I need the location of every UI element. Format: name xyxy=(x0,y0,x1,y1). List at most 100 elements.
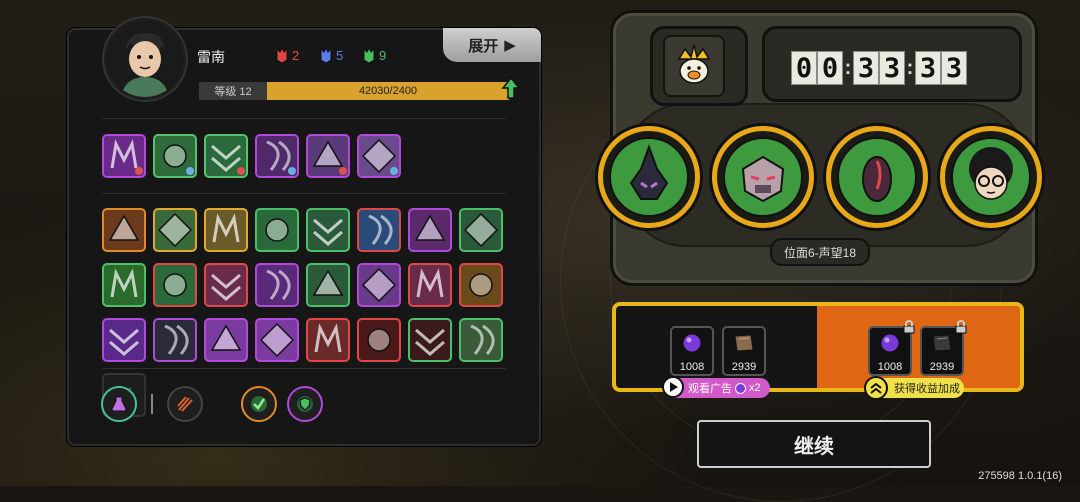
spikes-slot[interactable] xyxy=(153,263,197,307)
purple-orb-icon xyxy=(682,333,702,353)
relic-row xyxy=(101,386,323,422)
vines-icon xyxy=(157,212,193,248)
timer-colon: : xyxy=(844,56,852,79)
dark-crystal-hero-icon xyxy=(629,144,669,200)
sunrise-icon xyxy=(212,213,240,243)
book-icon xyxy=(734,334,754,352)
green-burst-slot[interactable] xyxy=(408,318,452,362)
vines-slot[interactable] xyxy=(153,208,197,252)
gate-slot[interactable] xyxy=(102,208,146,252)
level-up-arrow-icon[interactable] xyxy=(501,76,521,100)
gate-icon xyxy=(108,214,140,241)
dragon-slot[interactable] xyxy=(357,318,401,362)
claw-skill-slot[interactable] xyxy=(102,134,146,178)
burst-skill-slot[interactable] xyxy=(153,134,197,178)
purple-orb-icon xyxy=(735,382,746,394)
red-claw-slot[interactable] xyxy=(306,318,350,362)
crystal-slot[interactable] xyxy=(255,263,299,307)
tree-skill-slot[interactable] xyxy=(204,134,248,178)
shield-orb-icon[interactable] xyxy=(287,386,323,422)
robot-skill-slot[interactable] xyxy=(357,134,401,178)
hero-slot-4[interactable] xyxy=(940,126,1042,228)
timer-digit: 3 xyxy=(941,51,967,85)
potion-icon[interactable] xyxy=(101,386,137,422)
socket-dot xyxy=(339,167,347,175)
timer-digit: 3 xyxy=(915,51,941,85)
lightning-slot[interactable] xyxy=(306,263,350,307)
green-gem-icon xyxy=(363,46,375,64)
sunrise-slot[interactable] xyxy=(204,208,248,252)
diamond-slot[interactable] xyxy=(255,208,299,252)
player-name: 雷南 xyxy=(197,49,225,65)
socket-dot xyxy=(135,167,143,175)
tree-burst-icon xyxy=(469,273,493,297)
expand-label: 展开 xyxy=(468,37,499,55)
hero-slot-3[interactable] xyxy=(826,126,928,228)
blue-gem-counter: 5 xyxy=(319,46,343,64)
book-icon xyxy=(932,334,952,352)
watch-ad-button[interactable]: 观看广告 x2 xyxy=(662,376,770,398)
blades-icon xyxy=(416,268,444,298)
hooded-figure-slot[interactable] xyxy=(459,208,503,252)
checkmark-orb-icon[interactable] xyxy=(241,386,277,422)
pod-hero-icon xyxy=(862,156,892,202)
totem-slot[interactable] xyxy=(459,318,503,362)
xp-text: 42030/2400 xyxy=(358,85,418,97)
reward-book: 2939 xyxy=(722,326,766,376)
player-avatar[interactable] xyxy=(104,18,186,100)
socket-dot xyxy=(186,167,194,175)
get-bonus-button[interactable]: 获得收益加成 xyxy=(864,376,964,400)
level-label: 等级 12 xyxy=(199,82,267,100)
spiky-ball-slot[interactable] xyxy=(102,318,146,362)
blades-slot[interactable] xyxy=(408,263,452,307)
king-crown-icon xyxy=(677,44,711,84)
socket-dot xyxy=(390,167,398,175)
hero-slot-1[interactable] xyxy=(598,126,700,228)
scratch-icon[interactable] xyxy=(167,386,203,422)
arrows-slot[interactable] xyxy=(306,208,350,252)
equipped-skills xyxy=(102,134,503,178)
expand-button[interactable]: 展开 ▶ xyxy=(443,28,541,62)
level-bar: 等级 12 42030/2400 xyxy=(199,82,509,100)
goo-icon xyxy=(259,322,295,358)
socket-dot xyxy=(288,167,296,175)
dark-beast-slot[interactable] xyxy=(153,318,197,362)
claw-swipe-icon xyxy=(210,324,242,351)
divider xyxy=(102,193,506,194)
timer-digit: 0 xyxy=(817,51,843,85)
double-chevron-up-icon xyxy=(864,376,888,400)
shuriken-icon xyxy=(368,214,393,245)
reward-orb: 1008 xyxy=(670,326,714,376)
ad-multiplier: x2 xyxy=(749,382,761,394)
crown-badge[interactable] xyxy=(650,26,748,106)
flame-slot[interactable] xyxy=(204,263,248,307)
continue-button[interactable]: 继续 xyxy=(697,420,931,468)
shuriken-slot[interactable] xyxy=(357,208,401,252)
play-icon xyxy=(662,376,684,398)
cannon-skill-slot[interactable] xyxy=(255,134,299,178)
run-timer: 0 0 : 3 3 : 3 3 xyxy=(762,26,1022,102)
chevron-slot[interactable] xyxy=(102,263,146,307)
dark-beast-icon xyxy=(164,324,189,355)
reward-book-value: 2939 xyxy=(731,361,757,373)
timer-digit: 3 xyxy=(853,51,879,85)
hero-slot-2[interactable] xyxy=(712,126,814,228)
red-claw-icon xyxy=(314,323,342,353)
chevron-icon xyxy=(110,268,138,298)
lightning-icon xyxy=(312,269,344,296)
tree-burst-slot[interactable] xyxy=(459,263,503,307)
goo-slot[interactable] xyxy=(255,318,299,362)
claw-swipe-slot[interactable] xyxy=(204,318,248,362)
crystal-icon xyxy=(266,269,291,300)
machine-skill-slot[interactable] xyxy=(306,134,350,178)
red-gem-icon xyxy=(276,46,288,64)
mech-hero-icon xyxy=(741,155,785,203)
arrows-icon xyxy=(313,218,343,246)
bonus-book: 2939 xyxy=(920,320,967,376)
blue-gem-count: 5 xyxy=(336,47,344,63)
tentacle-slot[interactable] xyxy=(357,263,401,307)
divider xyxy=(102,118,506,119)
bonus-orb-value: 1008 xyxy=(877,361,903,373)
slash-slot[interactable] xyxy=(408,208,452,252)
divider xyxy=(102,368,506,369)
